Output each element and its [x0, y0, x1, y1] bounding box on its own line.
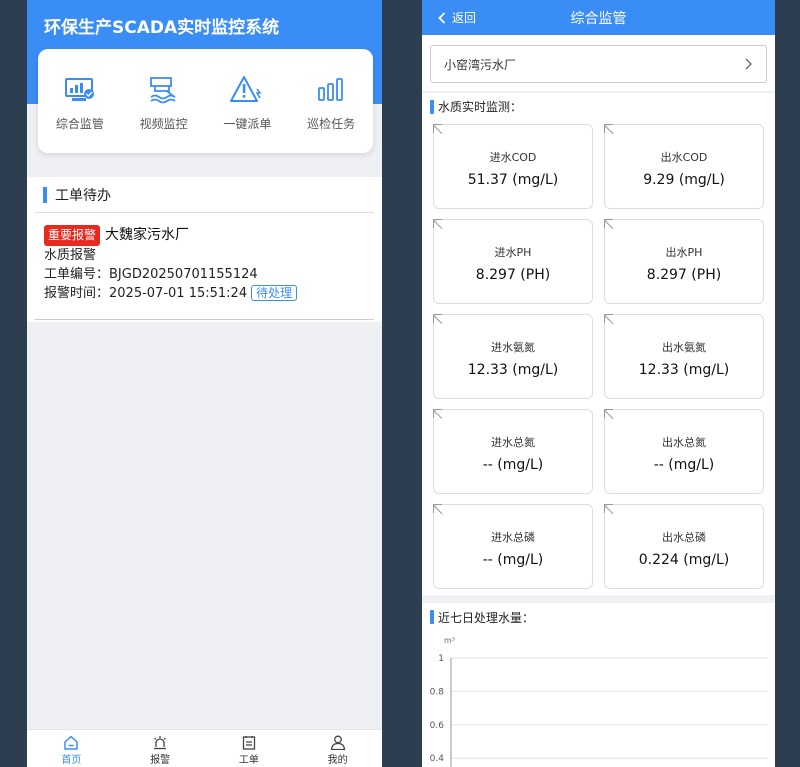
y-tick-label: 0.6 [430, 721, 445, 731]
plant-select[interactable]: 小窑湾污水厂 [430, 45, 767, 83]
section-header: 工单待办 [35, 177, 374, 213]
tab-label: 首页 [61, 755, 82, 766]
menu-label: 视频监控 [139, 117, 188, 131]
metric-tile: 进水PH 8.297 (PH) [433, 219, 593, 304]
home-icon [64, 735, 79, 750]
chevron-left-icon [438, 11, 446, 24]
work-order-item[interactable]: 重要报警 大魏家污水厂 水质报警 工单编号：BJGD20250701155124… [27, 213, 382, 303]
alert-icon [230, 73, 264, 107]
metric-label: 出水氨氮 [662, 341, 706, 354]
divider [35, 319, 374, 320]
bottom-tab-bar: 首页 报警 工单 我的 [27, 729, 382, 767]
menu-item-comprehensive[interactable]: 综合监管 [38, 49, 122, 153]
chart-title: 近七日处理水量： [438, 610, 535, 625]
y-tick-label: 1 [438, 654, 444, 664]
metric-label: 进水总氮 [491, 436, 535, 449]
pending-orders-section: 工单待办 重要报警 大魏家污水厂 水质报警 工单编号：BJGD202507011… [27, 177, 382, 322]
metric-value: 9.29 (mg/L) [643, 172, 725, 188]
water-volume-chart-section: 近七日处理水量： m³ 1 0.8 0.6 0.4 [422, 603, 775, 767]
metric-tile: 出水氨氮 12.33 (mg/L) [604, 314, 764, 399]
home-screen: 环保生产SCADA实时监控系统 综合监管 视频监控 一键派单 巡检任务 工单待办… [27, 0, 382, 767]
y-axis-unit: m³ [444, 636, 455, 645]
section-accent-bar [430, 99, 434, 114]
tab-mine[interactable]: 我的 [293, 730, 382, 767]
metric-label: 进水氨氮 [491, 341, 535, 354]
metric-value: 12.33 (mg/L) [467, 362, 559, 378]
metric-value: -- (mg/L) [482, 457, 544, 473]
menu-item-dispatch[interactable]: 一键派单 [206, 49, 290, 153]
chevron-right-icon [745, 58, 752, 70]
alarm-icon [154, 736, 167, 750]
plant-select-area: 小窑湾污水厂 [422, 35, 775, 91]
menu-item-inspection[interactable]: 巡检任务 [289, 49, 373, 153]
metric-tile: 进水氨氮 12.33 (mg/L) [433, 314, 593, 399]
alarm-time-row: 报警时间：2025-07-01 15:51:24 待处理 [44, 284, 365, 303]
tab-label: 报警 [150, 755, 171, 766]
y-tick-label: 0.4 [430, 754, 445, 764]
user-icon [330, 735, 345, 750]
order-number-row: 工单编号：BJGD20250701155124 [44, 267, 258, 282]
metric-label: 出水总氮 [662, 436, 706, 449]
alarm-type: 水质报警 [44, 248, 97, 263]
app-title: 环保生产SCADA实时监控系统 [44, 18, 280, 38]
metric-label: 进水总磷 [491, 531, 535, 544]
tab-work-order[interactable]: 工单 [205, 730, 294, 767]
section-accent-bar [43, 186, 47, 203]
section-title: 工单待办 [55, 187, 111, 204]
metric-label: 出水COD [660, 151, 708, 164]
metric-tile: 进水总磷 -- (mg/L) [433, 504, 593, 589]
water-quality-section: 水质实时监测： 进水COD 51.37 (mg/L) 出水COD 9.29 (mg/… [422, 93, 775, 595]
back-button[interactable]: 返回 [438, 0, 476, 35]
priority-badge: 重要报警 [44, 224, 101, 246]
tab-home[interactable]: 首页 [27, 730, 116, 767]
y-tick-label: 0.8 [430, 687, 445, 697]
metric-grid: 进水COD 51.37 (mg/L) 出水COD 9.29 (mg/L) 进水PH 8… [433, 124, 765, 589]
tab-label: 我的 [327, 755, 348, 766]
bar-chart-icon [314, 73, 348, 107]
metric-tile: 进水COD 51.37 (mg/L) [433, 124, 593, 209]
section-accent-bar [430, 610, 434, 624]
metric-label: 出水PH [665, 246, 703, 259]
metric-tile: 出水COD 9.29 (mg/L) [604, 124, 764, 209]
section-header: 近七日处理水量： [422, 603, 775, 631]
metric-value: 12.33 (mg/L) [638, 362, 730, 378]
back-label: 返回 [452, 11, 477, 25]
clipboard-icon [242, 736, 256, 750]
nav-bar: 返回 综合监管 [422, 0, 775, 35]
menu-label: 综合监管 [55, 117, 104, 131]
metric-value: 51.37 (mg/L) [467, 172, 559, 188]
metric-value: 8.297 (PH) [646, 267, 722, 283]
alarm-time: 2025-07-01 15:51:24 [109, 286, 248, 301]
menu-label: 一键派单 [223, 117, 272, 131]
metric-tile: 出水总磷 0.224 (mg/L) [604, 504, 764, 589]
tab-alarm[interactable]: 报警 [116, 730, 205, 767]
metric-tile: 出水总氮 -- (mg/L) [604, 409, 764, 494]
metric-label: 进水COD [489, 151, 537, 164]
camera-icon [147, 73, 181, 107]
metric-tile: 出水PH 8.297 (PH) [604, 219, 764, 304]
section-header: 水质实时监测： [422, 93, 775, 120]
status-badge: 待处理 [251, 285, 298, 301]
plant-select-value: 小窑湾污水厂 [444, 57, 517, 72]
metric-label: 出水总磷 [662, 531, 706, 544]
section-title: 水质实时监测： [438, 100, 523, 114]
metric-value: -- (mg/L) [653, 457, 715, 473]
plant-name: 大魏家污水厂 [105, 226, 190, 243]
metric-value: 0.224 (mg/L) [638, 552, 730, 568]
metric-value: 8.297 (PH) [475, 267, 551, 283]
metric-tile: 进水总氮 -- (mg/L) [433, 409, 593, 494]
monitor-icon [63, 73, 97, 107]
line-chart: m³1 0.8 0.6 0.4 [430, 636, 768, 767]
order-number: BJGD20250701155124 [109, 267, 258, 282]
menu-item-video[interactable]: 视频监控 [122, 49, 206, 153]
tab-label: 工单 [238, 755, 259, 766]
menu-label: 巡检任务 [307, 117, 356, 131]
metric-label: 进水PH [494, 246, 532, 259]
metric-value: -- (mg/L) [482, 552, 544, 568]
monitoring-screen: 返回 综合监管 小窑湾污水厂 水质实时监测： 进水COD 51.37 (mg/L)… [422, 0, 775, 767]
quick-menu-card: 综合监管 视频监控 一键派单 巡检任务 [38, 49, 373, 153]
